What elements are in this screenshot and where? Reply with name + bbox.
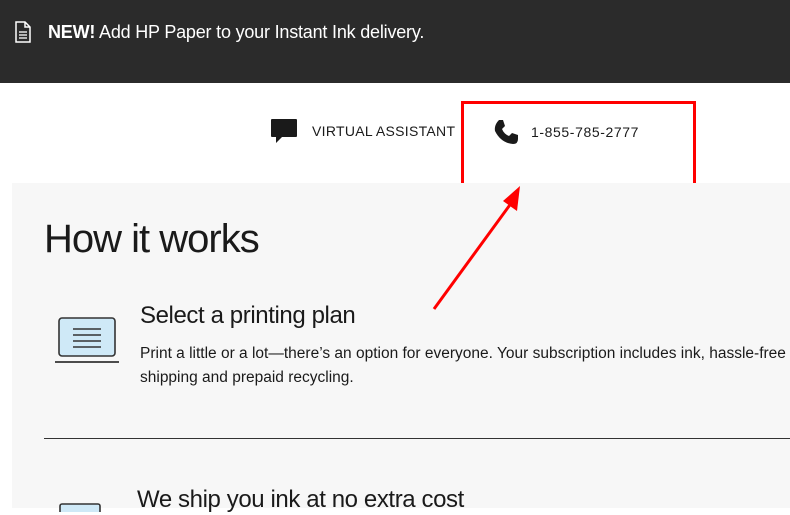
phone-icon[interactable] [493, 119, 519, 145]
divider [44, 438, 790, 439]
banner-new-badge: NEW! [48, 22, 96, 42]
laptop-icon [55, 317, 119, 363]
banner-text: Add HP Paper to your Instant Ink deliver… [95, 22, 425, 42]
chat-bubble-icon[interactable] [270, 118, 298, 144]
promo-banner[interactable]: NEW! Add HP Paper to your Instant Ink de… [0, 0, 790, 83]
box-icon [59, 503, 101, 512]
step-description: Print a little or a lot—there’s an optio… [140, 345, 786, 386]
document-icon [15, 21, 31, 43]
phone-number-link[interactable]: 1-855-785-2777 [531, 124, 639, 140]
banner-message: NEW! Add HP Paper to your Instant Ink de… [48, 21, 424, 43]
step-title: Select a printing plan [140, 302, 356, 329]
virtual-assistant-link[interactable]: VIRTUAL ASSISTANT [312, 123, 455, 139]
section-title: How it works [44, 217, 260, 261]
step-title: We ship you ink at no extra cost [137, 486, 464, 513]
